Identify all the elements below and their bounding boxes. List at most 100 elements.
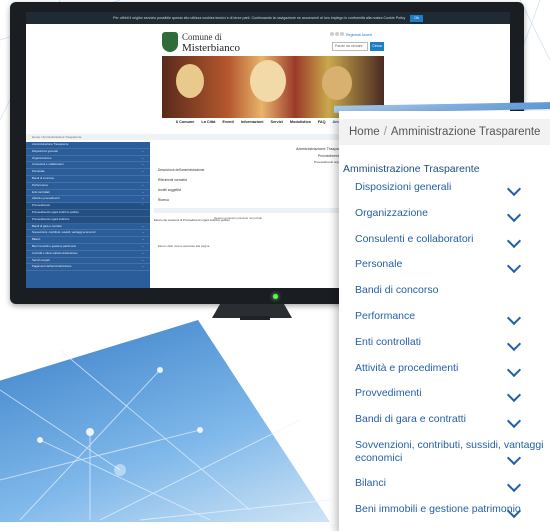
nav-item[interactable]: Eventi xyxy=(222,120,233,124)
option-link[interactable]: Ricerca xyxy=(158,198,169,202)
login-link[interactable]: Accedi xyxy=(362,33,373,37)
chevron-down-icon[interactable] xyxy=(506,414,522,429)
sidebar-small-item[interactable]: Beni immobili e gestione patrimonio ⌄ xyxy=(26,244,150,251)
breadcrumb-home-small[interactable]: Home xyxy=(32,135,40,139)
sidebar-small-item[interactable]: Disposizioni generali ⌄ xyxy=(26,149,150,156)
youtube-icon[interactable] xyxy=(340,32,344,36)
sidebar-small-item[interactable]: Amministrazione Trasparente xyxy=(26,142,150,149)
cookie-ok-button[interactable]: Ok xyxy=(410,15,423,22)
chevron-down-icon: ⌄ xyxy=(141,189,144,194)
sidebar-small-label: Servizi erogati xyxy=(32,257,50,262)
breadcrumb-home-link[interactable]: Home xyxy=(349,126,380,138)
sidebar-small-item[interactable]: Consulenti e collaboratori ⌄ xyxy=(26,162,150,170)
network-lines-graphic xyxy=(0,349,331,521)
sidebar-item-provvedimenti[interactable]: Provvedimenti xyxy=(339,381,550,407)
sidebar-small-label: Controlli e rilievi sull'amministrazione xyxy=(32,250,78,255)
facebook-icon[interactable] xyxy=(330,32,334,36)
chevron-down-icon[interactable] xyxy=(506,310,522,326)
chevron-down-icon: ⌄ xyxy=(141,250,144,255)
cookie-bar: Per offrirti il miglior servizio possibi… xyxy=(26,12,510,24)
chevron-down-icon: ⌄ xyxy=(141,182,144,187)
crest-icon xyxy=(162,32,178,52)
sidebar-small-item[interactable]: Enti controllati ⌄ xyxy=(26,190,150,197)
chevron-down-icon[interactable] xyxy=(506,233,522,248)
register-link[interactable]: Registrati xyxy=(346,33,361,37)
sidebar-small-item[interactable]: Attività e procedimenti ⌄ xyxy=(26,196,150,204)
sidebar-item-label: Disposizioni generali xyxy=(355,181,452,193)
sidebar-item-label: Personale xyxy=(355,258,403,271)
section-title[interactable]: Amministrazione Trasparente xyxy=(343,163,480,175)
sidebar-small-item[interactable]: Pagamenti dell'amministrazione ⌄ xyxy=(26,264,150,272)
city-name: Misterbianco xyxy=(182,42,241,54)
chevron-down-icon: ⌄ xyxy=(141,230,144,235)
chevron-down-icon[interactable] xyxy=(506,362,522,377)
sidebar-small-item[interactable]: Performance ⌄ xyxy=(26,183,150,190)
nav-item[interactable]: FAQ xyxy=(318,120,326,124)
sidebar-item-performance[interactable]: Performance xyxy=(339,304,550,330)
sidebar-small-label: Consulenti e collaboratori xyxy=(32,162,64,167)
chevron-down-icon: ⌄ xyxy=(141,196,144,201)
search-button[interactable]: Cerca xyxy=(370,42,384,51)
sidebar-item-beni-immobili[interactable]: Beni immobili e gestione patrimonio xyxy=(339,497,550,523)
sidebar-small-item[interactable]: Bandi di concorso xyxy=(26,176,150,183)
chevron-down-icon[interactable] xyxy=(506,259,522,274)
nav-item[interactable]: La Città xyxy=(201,120,215,124)
sidebar-small-subitem[interactable]: Provvedimenti organi indirizzo xyxy=(26,216,150,224)
sidebar-item-disposizioni-generali[interactable]: Disposizioni generali xyxy=(339,175,550,201)
sidebar-item-label: Attività e procedimenti xyxy=(355,361,459,374)
sidebar-item-label: Provvedimenti xyxy=(355,387,422,400)
sidebar-small-item[interactable]: Personale ⌄ xyxy=(26,169,150,176)
option-link[interactable]: Riferimenti normativi xyxy=(158,178,187,182)
sidebar-small-item[interactable]: Bilanci ⌄ xyxy=(26,237,150,244)
site-logo[interactable]: Comune di Misterbianco xyxy=(162,30,252,56)
sidebar-item-label: Performance xyxy=(355,309,416,322)
option-link[interactable]: Ambiti soggettivi xyxy=(158,188,181,192)
chevron-down-icon[interactable] xyxy=(506,207,522,222)
sidebar-small-item-active[interactable]: Provvedimenti ⌃ xyxy=(26,203,150,210)
chevron-down-icon[interactable] xyxy=(506,336,522,351)
option-link[interactable]: Descrizione dell'amministrazione xyxy=(158,168,204,172)
sidebar-item-label: Organizzazione xyxy=(355,206,428,219)
sidebar-item-organizzazione[interactable]: Organizzazione xyxy=(339,201,550,227)
sidebar-small-subitem[interactable]: Provvedimenti organi indirizzo politico xyxy=(26,209,150,217)
sidebar-item-attivita-procedimenti[interactable]: Attività e procedimenti xyxy=(339,356,550,382)
sidebar-item-bilanci[interactable]: Bilanci xyxy=(339,471,550,497)
sidebar-item-enti-controllati[interactable]: Enti controllati xyxy=(339,330,550,356)
nav-item[interactable]: Il Comune xyxy=(176,120,194,124)
sidebar-item-label: Bandi di gara e contratti xyxy=(355,413,466,426)
sidebar-small: Amministrazione Trasparente Disposizioni… xyxy=(26,142,150,288)
search-input[interactable]: Parole da cercare xyxy=(332,42,368,51)
chevron-down-icon[interactable] xyxy=(506,450,522,466)
sidebar-menu: Disposizioni generali Organizzazione Con… xyxy=(339,175,550,523)
cookie-bar-text: Per offrirti il miglior servizio possibi… xyxy=(113,16,406,20)
twitter-icon[interactable] xyxy=(335,32,339,36)
sidebar-item-bandi-di-gara[interactable]: Bandi di gara e contratti xyxy=(339,407,550,433)
sidebar-small-item[interactable]: Bandi di gara e contratti ⌄ xyxy=(26,224,150,231)
sidebar-small-label: Beni immobili e gestione patrimonio xyxy=(32,243,77,248)
hero-figure xyxy=(322,66,352,100)
chevron-down-icon: ⌄ xyxy=(141,243,144,248)
chevron-down-icon: ⌄ xyxy=(141,264,144,269)
sidebar-small-item[interactable]: Organizzazione ⌄ xyxy=(26,156,150,163)
sidebar-item-consulenti[interactable]: Consulenti e collaboratori xyxy=(339,227,550,253)
sidebar-item-personale[interactable]: Personale xyxy=(339,252,550,278)
nav-item[interactable]: Modulistica xyxy=(290,120,311,124)
sidebar-item-bandi-di-concorso[interactable]: Bandi di concorso xyxy=(339,278,550,304)
sidebar-item-sovvenzioni[interactable]: Sovvenzioni, contributi, sussidi, vantag… xyxy=(339,433,549,471)
sidebar-small-label: Bandi di gara e contratti xyxy=(32,223,62,228)
zoomed-sidebar-panel: Home / Amministrazione Trasparente Amminis… xyxy=(339,111,550,531)
sidebar-small-label: Provvedimenti xyxy=(32,203,50,208)
nav-item[interactable]: Servizi xyxy=(271,120,283,124)
chevron-down-icon: ⌄ xyxy=(141,148,144,153)
sidebar-small-label: Enti controllati xyxy=(32,189,50,194)
chevron-down-icon: ⌄ xyxy=(141,169,144,174)
chevron-down-icon[interactable] xyxy=(506,477,522,493)
chevron-down-icon[interactable] xyxy=(506,388,522,403)
sidebar-item-label: Beni immobili e gestione patrimonio xyxy=(355,502,521,515)
sidebar-small-label: Pagamenti dell'amministrazione xyxy=(32,264,72,269)
sidebar-small-item[interactable]: Sovvenzioni, contributi, sussidi, vantag… xyxy=(26,230,150,238)
sidebar-small-item[interactable]: Controlli e rilievi sull'amministrazione… xyxy=(26,251,150,258)
nav-item[interactable]: Informazioni xyxy=(241,120,264,124)
sidebar-small-item[interactable]: Servizi erogati ⌄ xyxy=(26,258,150,265)
chevron-down-icon[interactable] xyxy=(506,181,522,197)
